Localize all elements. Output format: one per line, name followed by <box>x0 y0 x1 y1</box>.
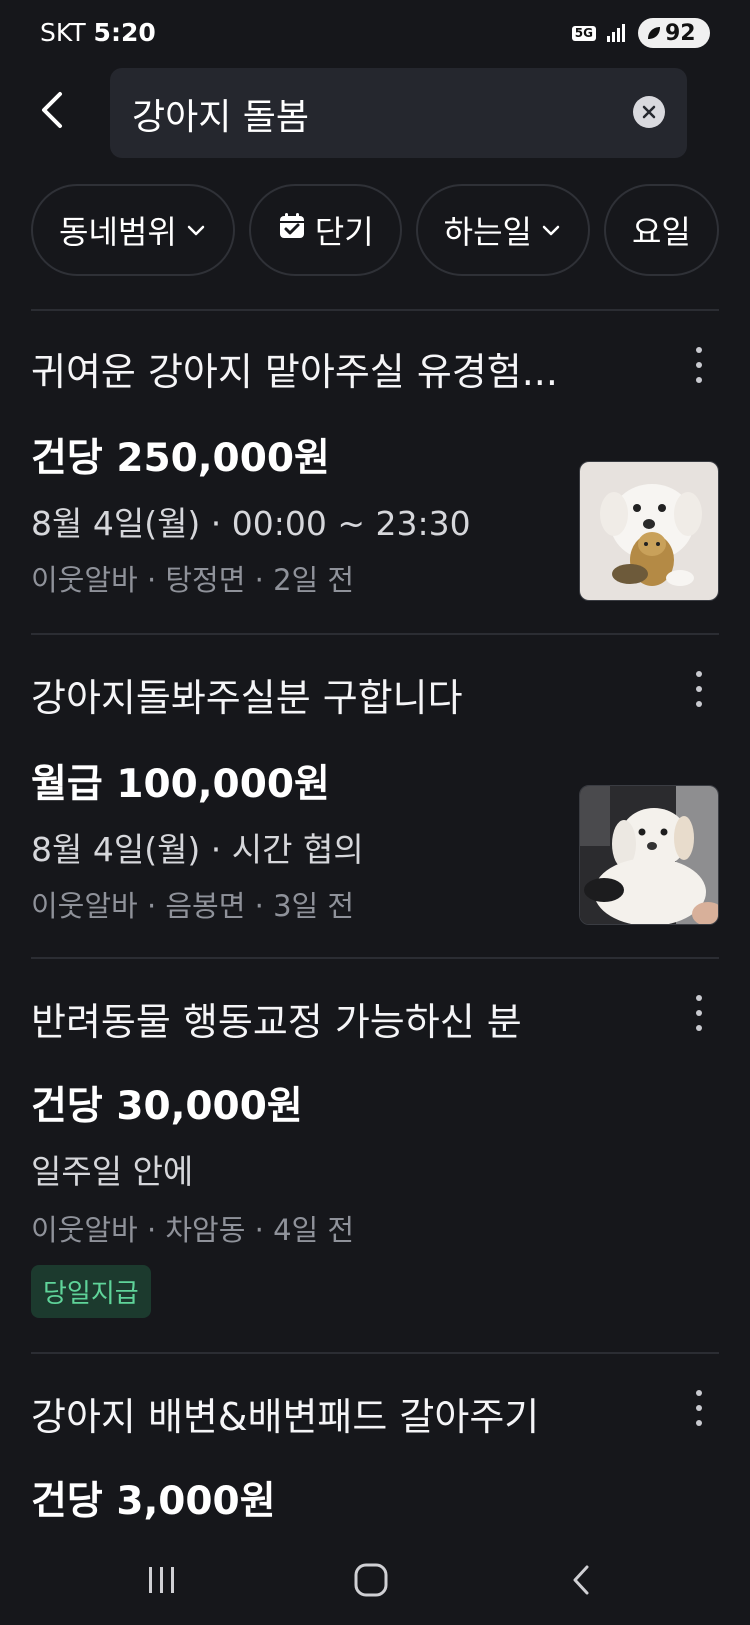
filter-chip-weekday[interactable]: 요일 <box>603 184 719 276</box>
same-day-pay-badge: 당일지급 <box>31 1265 151 1318</box>
signal-icon <box>607 24 625 42</box>
listing-meta: 이웃알바 · 차암동 · 4일 전 <box>31 1213 355 1247</box>
filter-chip-job-type[interactable]: 하는일 <box>415 184 590 276</box>
filter-chip-short-term[interactable]: 단기 <box>248 184 402 276</box>
filter-chip-label: 동네범위 <box>59 213 177 251</box>
job-listing[interactable]: 귀여운 강아지 맡아주실 유경험... 건당 250,000원 8월 4일(월)… <box>31 311 719 631</box>
job-listing[interactable]: 반려동물 행동교정 가능하신 분 건당 30,000원 일주일 안에 이웃알바 … <box>31 959 719 1349</box>
clear-search-button[interactable] <box>633 96 665 128</box>
system-navigation-bar <box>0 1540 750 1625</box>
filter-chip-label: 단기 <box>314 213 374 251</box>
listing-title: 귀여운 강아지 맡아주실 유경험... <box>31 350 558 394</box>
status-bar: SKT 5:20 5G 92 <box>0 0 750 70</box>
listing-meta: 이웃알바 · 음봉면 · 3일 전 <box>31 889 355 923</box>
filter-chip-area[interactable]: 동네범위 <box>31 184 235 276</box>
filter-chip-row: 동네범위 단기 하는일 요일 <box>31 184 750 276</box>
system-back-button[interactable] <box>552 1550 612 1610</box>
listing-thumbnail <box>579 461 719 601</box>
listing-schedule: 8월 4일(월) · 00:00 ~ 23:30 <box>31 504 471 543</box>
back-arrow-icon <box>42 92 62 128</box>
battery-indicator: 92 <box>638 18 710 48</box>
search-input[interactable]: 강아지 돌봄 <box>110 68 687 158</box>
listing-pay: 건당 30,000원 <box>31 1084 303 1129</box>
listing-schedule: 일주일 안에 <box>31 1152 194 1191</box>
listing-title: 강아지 배변&배변패드 갈아주기 <box>31 1395 540 1439</box>
dog-photo <box>580 462 718 600</box>
listing-title: 강아지돌봐주실분 구합니다 <box>31 676 463 720</box>
listing-pay: 월급 100,000원 <box>31 762 330 807</box>
more-options-button[interactable] <box>689 347 709 383</box>
listing-thumbnail <box>579 785 719 925</box>
listing-pay: 건당 250,000원 <box>31 436 330 481</box>
search-query: 강아지 돌봄 <box>132 97 310 138</box>
close-icon <box>642 105 656 119</box>
listing-schedule: 8월 4일(월) · 시간 협의 <box>31 830 364 869</box>
listing-meta: 이웃알바 · 탕정면 · 2일 전 <box>31 563 355 597</box>
more-options-button[interactable] <box>689 995 709 1031</box>
filter-chip-label: 요일 <box>631 213 691 251</box>
home-button[interactable] <box>341 1550 401 1610</box>
job-listing[interactable]: 강아지돌봐주실분 구합니다 월급 100,000원 8월 4일(월) · 시간 … <box>31 635 719 955</box>
recent-apps-button[interactable] <box>132 1550 192 1610</box>
listing-title: 반려동물 행동교정 가능하신 분 <box>31 1000 522 1044</box>
back-button[interactable] <box>30 86 78 134</box>
home-icon <box>354 1563 388 1597</box>
more-options-button[interactable] <box>689 671 709 707</box>
carrier-label: SKT <box>40 18 86 47</box>
listing-pay: 건당 3,000원 <box>31 1479 276 1524</box>
clock: 5:20 <box>93 18 156 47</box>
recent-apps-icon <box>149 1567 174 1593</box>
chevron-down-icon <box>540 219 562 241</box>
dog-photo <box>580 786 718 924</box>
leaf-icon <box>648 27 660 39</box>
job-listing[interactable]: 강아지 배변&배변패드 갈아주기 건당 3,000원 <box>31 1354 719 1540</box>
back-icon <box>573 1565 589 1595</box>
battery-level: 92 <box>665 20 696 46</box>
more-options-button[interactable] <box>689 1390 709 1426</box>
network-type-icon: 5G <box>571 25 596 41</box>
chevron-down-icon <box>185 219 207 241</box>
search-header: 강아지 돌봄 <box>0 68 750 160</box>
filter-chip-label: 하는일 <box>443 213 532 251</box>
calendar-check-icon <box>277 211 307 249</box>
